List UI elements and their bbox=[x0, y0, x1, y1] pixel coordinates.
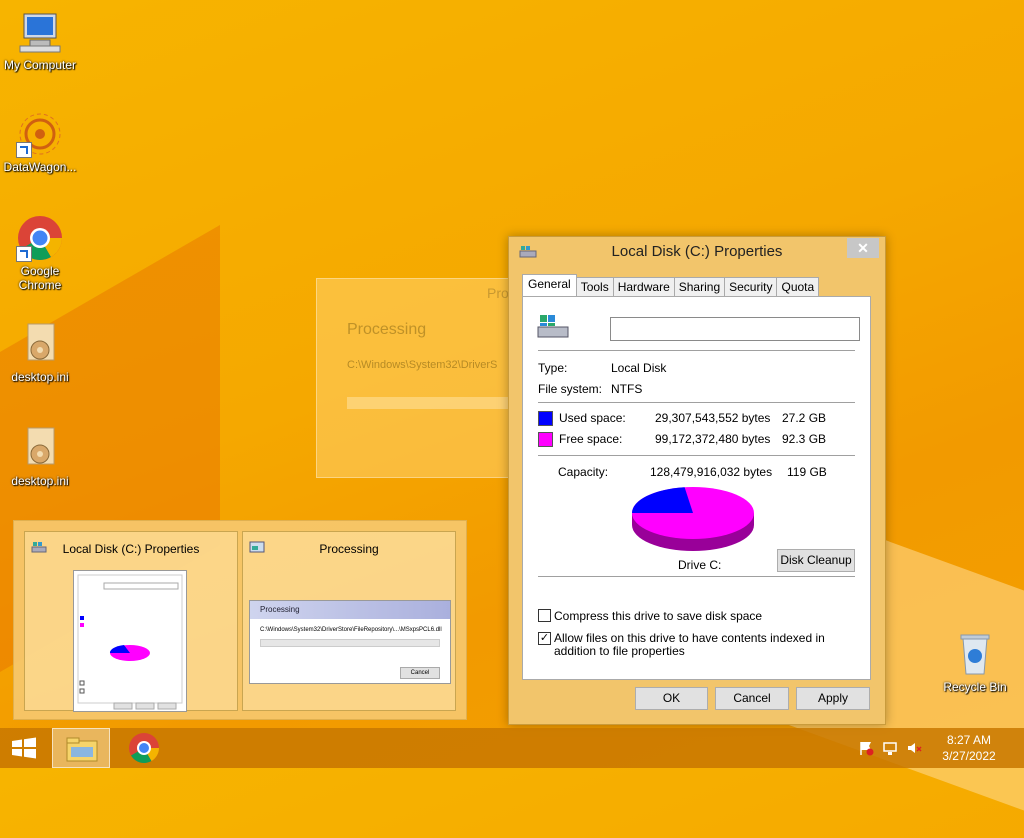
mini-processing-heading: Processing bbox=[250, 601, 450, 619]
thumbnail-title: Processing bbox=[319, 542, 379, 556]
type-value: Local Disk bbox=[611, 361, 667, 375]
chrome-icon bbox=[16, 214, 64, 262]
desktop-icon-chrome[interactable]: Google Chrome bbox=[0, 214, 80, 292]
taskbar-file-explorer[interactable] bbox=[52, 728, 110, 768]
thumbnail-local-disk-properties[interactable]: Local Disk (C:) Properties bbox=[24, 531, 238, 712]
divider bbox=[538, 576, 855, 577]
disk-cleanup-button[interactable]: Disk Cleanup bbox=[777, 549, 855, 572]
desktop-icon-label: Google Chrome bbox=[18, 264, 62, 292]
thumbnail-window-image: Processing C:\Windows\System32\DriverSto… bbox=[249, 600, 451, 684]
system-tray: 8:27 AM 3/27/2022 bbox=[854, 728, 1024, 768]
desktop-icon-label: desktop.ini bbox=[11, 370, 69, 384]
disk-usage-pie-chart bbox=[632, 487, 754, 551]
ghost-processing-heading: Processing bbox=[347, 321, 427, 338]
ghost-window-title: Pro bbox=[487, 285, 509, 301]
datawagon-icon bbox=[16, 110, 64, 158]
general-tab-panel: Type: Local Disk File system: NTFS Used … bbox=[522, 296, 871, 680]
ghost-file-path: C:\Windows\System32\DriverS bbox=[347, 359, 498, 371]
start-button[interactable] bbox=[8, 728, 40, 768]
capacity-gb: 119 GB bbox=[787, 465, 827, 479]
drive-name-input[interactable] bbox=[610, 317, 860, 341]
desktop-icon-label: DataWagon... bbox=[3, 160, 77, 174]
index-label: Allow files on this drive to have conten… bbox=[554, 631, 825, 658]
thumbnail-processing[interactable]: Processing Processing C:\Windows\System3… bbox=[242, 531, 456, 711]
taskbar-thumbnail-preview: Local Disk (C:) Properties Processing Pr… bbox=[13, 520, 467, 720]
file-system-value: NTFS bbox=[611, 382, 643, 396]
thumbnail-window-image bbox=[73, 570, 187, 712]
mini-cancel-button: Cancel bbox=[400, 667, 440, 679]
file-explorer-icon bbox=[66, 737, 98, 762]
local-disk-properties-window: Local Disk (C:) Properties ✕ General Too… bbox=[508, 236, 886, 725]
ghost-progress-bar bbox=[347, 397, 517, 409]
ok-button[interactable]: OK bbox=[635, 687, 708, 710]
tab-hardware[interactable]: Hardware bbox=[612, 277, 675, 296]
desktop-icon-label: Recycle Bin bbox=[943, 680, 1007, 694]
chrome-icon bbox=[129, 733, 159, 764]
shortcut-arrow-icon bbox=[16, 142, 32, 158]
free-space-swatch bbox=[538, 432, 553, 447]
taskbar-chrome[interactable] bbox=[120, 728, 168, 768]
desktop-icon-label: My Computer bbox=[3, 58, 77, 72]
desktop-icon-datawagon[interactable]: DataWagon... bbox=[0, 110, 80, 174]
divider bbox=[538, 350, 855, 351]
used-space-label: Used space: bbox=[559, 411, 626, 425]
taskbar: 8:27 AM 3/27/2022 bbox=[0, 728, 1024, 768]
desktop-icon-recycle-bin[interactable]: Recycle Bin bbox=[935, 630, 1015, 694]
desktop-icon-my-computer[interactable]: My Computer bbox=[0, 8, 80, 72]
mini-file-path: C:\Windows\System32\DriverStore\FileRepo… bbox=[260, 627, 442, 633]
thumbnail-title: Local Disk (C:) Properties bbox=[62, 542, 200, 556]
computer-icon bbox=[16, 8, 64, 56]
capacity-label: Capacity: bbox=[558, 465, 609, 479]
recycle-bin-icon bbox=[951, 630, 999, 678]
clock-time: 8:27 AM bbox=[946, 733, 992, 747]
tab-tools[interactable]: Tools bbox=[575, 277, 614, 296]
tab-security[interactable]: Security bbox=[724, 277, 778, 296]
free-space-label: Free space: bbox=[559, 432, 623, 446]
settings-file-icon bbox=[16, 320, 64, 368]
compress-label: Compress this drive to save disk space bbox=[554, 609, 763, 623]
desktop-icon-desktop-ini-2[interactable]: desktop.ini bbox=[0, 424, 80, 488]
compress-checkbox[interactable] bbox=[538, 609, 551, 622]
type-label: Type: bbox=[538, 361, 568, 375]
pie-used-slice bbox=[632, 487, 693, 513]
index-checkbox[interactable]: ✓ bbox=[538, 632, 551, 645]
settings-file-icon bbox=[16, 424, 64, 472]
used-space-swatch bbox=[538, 411, 553, 426]
desktop-icon-label: desktop.ini bbox=[11, 474, 69, 488]
network-icon[interactable] bbox=[882, 740, 898, 759]
free-space-gb: 92.3 GB bbox=[782, 432, 827, 446]
file-system-label: File system: bbox=[538, 382, 603, 396]
capacity-bytes: 128,479,916,032 bytes bbox=[650, 465, 773, 479]
tab-strip: General Tools Hardware Sharing Security … bbox=[522, 274, 820, 297]
windows-logo-icon bbox=[12, 737, 36, 759]
action-center-flag-icon[interactable] bbox=[858, 740, 874, 759]
drive-large-icon bbox=[537, 313, 569, 344]
close-button[interactable]: ✕ bbox=[847, 238, 879, 258]
tab-general[interactable]: General bbox=[522, 274, 577, 296]
divider bbox=[538, 402, 855, 403]
desktop-icon-desktop-ini-1[interactable]: desktop.ini bbox=[0, 320, 80, 384]
used-space-bytes: 29,307,543,552 bytes bbox=[655, 411, 771, 425]
divider bbox=[538, 455, 855, 456]
tab-sharing[interactable]: Sharing bbox=[673, 277, 726, 296]
tab-quota[interactable]: Quota bbox=[776, 277, 820, 296]
window-title: Local Disk (C:) Properties bbox=[611, 243, 783, 260]
clock[interactable]: 8:27 AM 3/27/2022 bbox=[934, 732, 1004, 764]
used-space-gb: 27.2 GB bbox=[782, 411, 827, 425]
volume-muted-icon[interactable] bbox=[906, 740, 922, 759]
cancel-button[interactable]: Cancel bbox=[715, 687, 789, 710]
free-space-bytes: 99,172,372,480 bytes bbox=[655, 432, 771, 446]
shortcut-arrow-icon bbox=[16, 246, 32, 262]
apply-button[interactable]: Apply bbox=[796, 687, 870, 710]
mini-progress-bar bbox=[260, 639, 440, 647]
clock-date: 3/27/2022 bbox=[942, 749, 996, 763]
drive-label: Drive C: bbox=[678, 558, 722, 572]
processing-window-ghost: Pro Processing C:\Windows\System32\Drive… bbox=[316, 278, 518, 478]
